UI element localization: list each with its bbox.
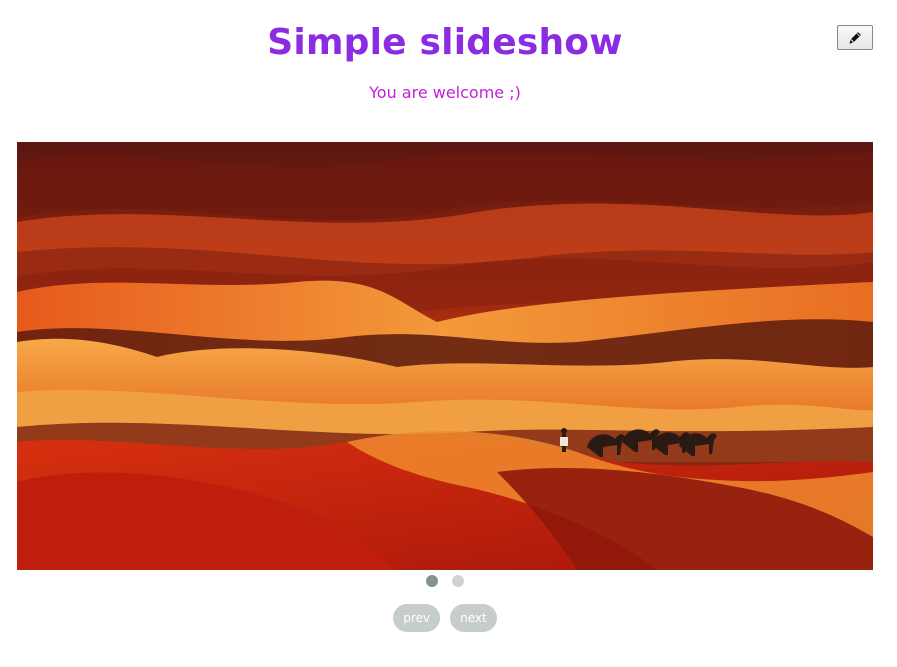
page-title: Simple slideshow	[267, 22, 623, 63]
edit-button[interactable]	[837, 25, 873, 50]
desert-dunes-image	[17, 142, 873, 570]
slide-navigation: prev next	[0, 604, 890, 632]
slideshow-page: Simple slideshow You are welcome ;) prev…	[0, 0, 897, 667]
next-button[interactable]: next	[450, 604, 497, 632]
slide-dot-2[interactable]	[452, 575, 464, 587]
slide-dot-1[interactable]	[426, 575, 438, 587]
slide-image	[17, 142, 873, 570]
page-subtitle: You are welcome ;)	[369, 83, 521, 102]
pencil-icon	[847, 30, 863, 46]
slide-indicators	[0, 575, 890, 587]
prev-button[interactable]: prev	[393, 604, 441, 632]
